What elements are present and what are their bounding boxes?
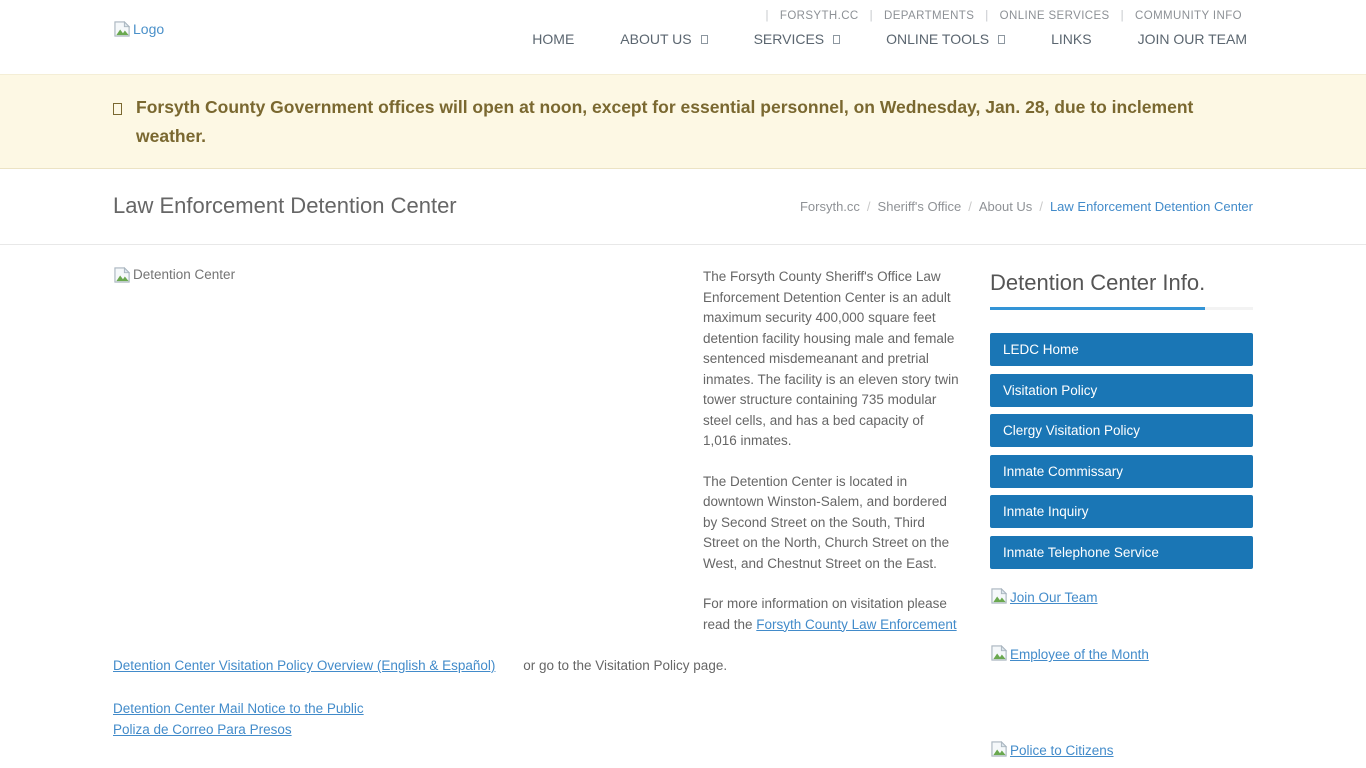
mail-notice-link[interactable]: Detention Center Mail Notice to the Publ… [113, 698, 364, 719]
paragraph-visitation: For more information on visitation pleas… [703, 594, 960, 635]
sidebar-button-inmate-commissary[interactable]: Inmate Commissary [990, 454, 1253, 488]
broken-image-icon [990, 587, 1009, 608]
dropdown-indicator-icon [998, 34, 1006, 44]
utility-nav: | FORSYTH.CC | DEPARTMENTS | ONLINE SERV… [766, 10, 1254, 22]
nav-home-label: HOME [532, 31, 575, 47]
utility-nav-departments[interactable]: DEPARTMENTS [873, 10, 985, 22]
visitation-policy-overview-link[interactable]: Forsyth County Law Enforcement [756, 617, 956, 632]
police-to-citizens-link[interactable]: Police to Citizens [1010, 743, 1114, 758]
visitation-policy-overview-link[interactable]: Detention Center Visitation Policy Overv… [113, 658, 495, 673]
join-our-team-link[interactable]: Join Our Team [1010, 590, 1098, 605]
site-logo-link[interactable]: Logo [113, 20, 165, 74]
sidebar-button-inmate-inquiry[interactable]: Inmate Inquiry [990, 495, 1253, 528]
site-header: Logo | FORSYTH.CC | DEPARTMENTS | ONLINE… [0, 0, 1366, 74]
utility-nav-community-info[interactable]: COMMUNITY INFO [1124, 10, 1253, 22]
sidebar-button-ledc-home[interactable]: LEDC Home [990, 333, 1253, 366]
page-title: Law Enforcement Detention Center [113, 193, 457, 218]
sidebar-button-clergy-visitation-policy[interactable]: Clergy Visitation Policy [990, 414, 1253, 447]
utility-nav-online-services[interactable]: ONLINE SERVICES [989, 10, 1121, 22]
nav-join-our-team-label: JOIN OUR TEAM [1137, 31, 1247, 47]
dropdown-indicator-icon [833, 34, 841, 44]
nav-about-us[interactable]: ABOUT US [597, 31, 730, 47]
nav-links-label: LINKS [1051, 31, 1092, 47]
police-to-citizens-banner: Police to Citizens [990, 740, 1253, 761]
logo-alt-text: Logo [133, 21, 165, 37]
broken-image-icon [113, 266, 132, 287]
paragraph-facility: The Forsyth County Sheriff's Office Law … [703, 269, 959, 448]
alert-banner: Forsyth County Government offices will o… [0, 74, 1366, 169]
dropdown-indicator-icon [700, 34, 708, 44]
breadcrumb-sheriffs-office[interactable]: Sheriff's Office [871, 199, 969, 214]
breadcrumb-current: Law Enforcement Detention Center [1049, 198, 1253, 214]
main-content: Detention Center The Forsyth County Sher… [113, 245, 1253, 761]
sidebar-button-list: LEDC Home Visitation Policy Clergy Visit… [990, 333, 1253, 569]
paragraph-location: The Detention Center is located in downt… [703, 473, 950, 571]
mail-links: Detention Center Mail Notice to the Publ… [113, 698, 960, 740]
sidebar-heading-rule [990, 307, 1253, 310]
detention-center-image: Detention Center [113, 266, 703, 655]
broken-image-icon [990, 644, 1009, 665]
utility-nav-forsyth-cc[interactable]: FORSYTH.CC [769, 10, 870, 22]
sidebar-heading: Detention Center Info. [990, 270, 1206, 295]
nav-services-label: SERVICES [753, 31, 825, 47]
main-nav: HOME ABOUT US SERVICES ONLINE TOOLS LINK… [509, 31, 1253, 47]
header-nav-stack: | FORSYTH.CC | DEPARTMENTS | ONLINE SERV… [509, 0, 1253, 74]
image-alt-text: Detention Center [133, 267, 236, 282]
nav-links[interactable]: LINKS [1028, 31, 1114, 47]
nav-online-tools-label: ONLINE TOOLS [886, 31, 990, 47]
content-left: Detention Center The Forsyth County Sher… [113, 266, 960, 761]
join-our-team-banner: Join Our Team [990, 587, 1253, 608]
nav-join-our-team[interactable]: JOIN OUR TEAM [1115, 31, 1253, 47]
nav-home[interactable]: HOME [509, 31, 597, 47]
sidebar-button-inmate-telephone-service[interactable]: Inmate Telephone Service [990, 535, 1253, 569]
title-band: Law Enforcement Detention Center Forsyth… [0, 169, 1366, 245]
sidebar-detention-info: Detention Center Info. LEDC Home Visitat… [990, 267, 1253, 761]
alert-message: Forsyth County Government offices will o… [136, 97, 1194, 146]
visitation-continuation: Detention Center Visitation Policy Overv… [113, 655, 960, 676]
nav-online-tools[interactable]: ONLINE TOOLS [863, 31, 1028, 47]
nav-about-us-label: ABOUT US [620, 31, 692, 47]
alert-icon [113, 103, 122, 115]
employee-of-the-month-link[interactable]: Employee of the Month [1010, 647, 1149, 662]
article-text: The Forsyth County Sheriff's Office Law … [703, 267, 960, 655]
breadcrumb-about-us[interactable]: About Us [972, 199, 1039, 214]
mail-notice-spanish-link[interactable]: Poliza de Correo Para Presos [113, 719, 292, 740]
employee-of-the-month-banner: Employee of the Month [990, 644, 1253, 665]
broken-image-icon [990, 740, 1009, 761]
broken-image-icon [113, 20, 132, 41]
sidebar-button-visitation-policy[interactable]: Visitation Policy [990, 373, 1253, 407]
nav-services[interactable]: SERVICES [731, 31, 864, 47]
breadcrumb-forsyth-cc[interactable]: Forsyth.cc [793, 199, 867, 214]
visitation-suffix-text: or go to the Visitation Policy page. [523, 658, 728, 673]
breadcrumb: Forsyth.cc / Sheriff's Office / About Us… [793, 199, 1253, 214]
